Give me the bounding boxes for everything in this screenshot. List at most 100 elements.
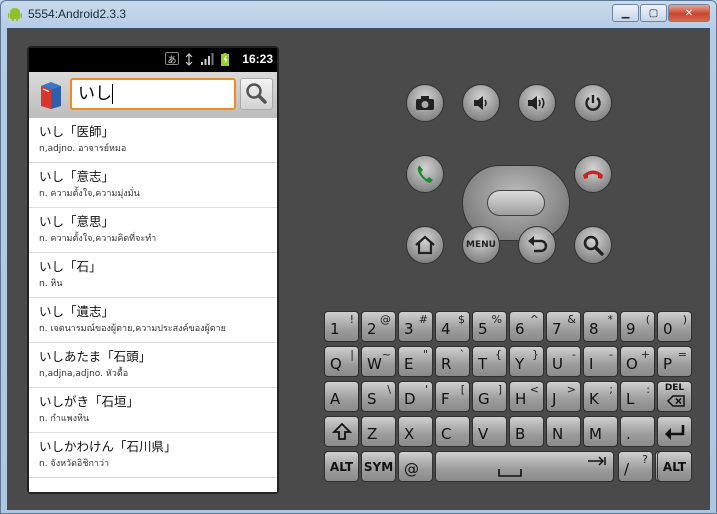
search-button[interactable] [240, 78, 273, 110]
key-t[interactable]: T{ [472, 346, 507, 377]
delete-key[interactable]: DEL [657, 381, 692, 412]
alt-key-left[interactable]: ALT [324, 451, 359, 482]
list-item[interactable]: いしかわけん「石川県」 n. จังหวัดอิชิกาว่า [29, 433, 277, 478]
key-5[interactable]: 5% [472, 311, 507, 342]
key-label: / [624, 460, 630, 478]
key-m[interactable]: M [583, 416, 618, 447]
key-alt-label: < [529, 383, 539, 396]
search-query: いし [78, 84, 112, 104]
key-label: ALT [662, 460, 687, 474]
key-h[interactable]: H < [509, 381, 544, 412]
key-q[interactable]: Q | [324, 346, 359, 377]
key-label: U [552, 355, 563, 373]
search-icon [583, 235, 604, 256]
key-a[interactable]: A [324, 381, 359, 412]
key-k[interactable]: K; [583, 381, 618, 412]
key-p[interactable]: P = [657, 346, 692, 377]
volume-up-button[interactable] [518, 84, 556, 122]
entry-word: いし「医師」 [39, 124, 115, 139]
key-c[interactable]: C [435, 416, 470, 447]
maximize-button[interactable]: ▢ [640, 4, 667, 22]
key-label: A [330, 390, 341, 408]
list-item[interactable]: いし「意思」 n. ความตั้งใจ,ความคิดที่จะทำ [29, 208, 277, 253]
key-x[interactable]: X [398, 416, 433, 447]
key-alt-label: } [532, 348, 539, 361]
search-key-button[interactable] [574, 226, 612, 264]
list-item[interactable]: いし「遺志」 n. เจตนารมณ์ของผู้ตาย,ความประสงค์ข… [29, 298, 277, 343]
enter-key[interactable] [657, 416, 692, 447]
key-w[interactable]: W ~ [361, 346, 396, 377]
end-call-button[interactable] [574, 155, 612, 193]
key-6[interactable]: 6 ^ [509, 311, 544, 342]
entry-definition: n. จังหวัดอิชิกาว่า [39, 459, 110, 469]
list-item[interactable]: いしがき「石垣」 n. กำแพงหิน [29, 388, 277, 433]
key-alt-label: " [422, 348, 428, 361]
key-slash[interactable]: /? [618, 451, 653, 482]
key-j[interactable]: J > [546, 381, 581, 412]
back-button[interactable] [518, 226, 556, 264]
key-label: C [441, 425, 452, 443]
key-3[interactable]: 3 # [398, 311, 433, 342]
key-7[interactable]: 7 & [546, 311, 581, 342]
volume-down-button[interactable] [462, 84, 500, 122]
key-alt-label: { [495, 348, 502, 361]
alt-key-right[interactable]: ALT [657, 451, 692, 482]
key-z[interactable]: Z [361, 416, 396, 447]
key-alt-label: | [350, 348, 354, 361]
list-item[interactable]: いし「医師」 n,adjno. อาจารย์หมอ [29, 118, 277, 163]
key-l[interactable]: L: [620, 381, 655, 412]
key-period[interactable]: . [620, 416, 655, 447]
key-s[interactable]: S \ [361, 381, 396, 412]
key-n[interactable]: N [546, 416, 581, 447]
key-4[interactable]: 4 $ [435, 311, 470, 342]
list-item[interactable]: いしあたま「石頭」 n,adjna,adjno. หัวดื้อ [29, 343, 277, 388]
backspace-icon [667, 395, 685, 407]
key-d[interactable]: D ' [398, 381, 433, 412]
key-label: 6 [515, 320, 525, 338]
entry-definition: n. เจตนารมณ์ของผู้ตาย,ความประสงค์ของผู้ต… [39, 324, 226, 334]
key-label: 3 [404, 320, 414, 338]
entry-word: いしかわけん「石川県」 [39, 439, 177, 454]
key-i[interactable]: I- [583, 346, 618, 377]
key-r[interactable]: R ` [435, 346, 470, 377]
key-9[interactable]: 9( [620, 311, 655, 342]
key-label: X [404, 425, 415, 443]
dictionary-app-icon[interactable] [37, 80, 65, 110]
dpad-center-button[interactable] [487, 190, 545, 216]
key-g[interactable]: G] [472, 381, 507, 412]
key-alt-label: - [572, 348, 576, 361]
search-input[interactable]: いし [70, 78, 236, 110]
key-b[interactable]: B [509, 416, 544, 447]
key-v[interactable]: V [472, 416, 507, 447]
key-e[interactable]: E " [398, 346, 433, 377]
key-label: Q [330, 355, 342, 373]
home-button[interactable] [406, 226, 444, 264]
close-button[interactable]: ✕ [668, 4, 710, 22]
results-list[interactable]: いし「医師」 n,adjno. อาจารย์หมอ いし「意志」 n. ความต… [29, 118, 277, 492]
minimize-button[interactable]: ▁ [612, 4, 639, 22]
key-label: G [478, 390, 490, 408]
space-key[interactable] [435, 451, 614, 482]
key-1[interactable]: 1! [324, 311, 359, 342]
key-u[interactable]: U- [546, 346, 581, 377]
key-0[interactable]: 0) [657, 311, 692, 342]
close-icon: ✕ [684, 7, 694, 19]
key-label: 8 [589, 320, 599, 338]
key-8[interactable]: 8 * [583, 311, 618, 342]
menu-button[interactable]: MENU [462, 226, 500, 264]
menu-label: MENU [466, 240, 496, 250]
key-at[interactable]: @ [398, 451, 433, 482]
shift-key[interactable] [324, 416, 359, 447]
key-o[interactable]: O + [620, 346, 655, 377]
list-item[interactable]: いし「石」 n. หิน [29, 253, 277, 298]
call-button[interactable] [406, 155, 444, 193]
camera-button[interactable] [406, 84, 444, 122]
key-y[interactable]: Y} [509, 346, 544, 377]
sym-key[interactable]: SYM [361, 451, 396, 482]
title-bar[interactable]: 5554:Android2.3.3 ▁ ▢ ✕ [1, 1, 716, 29]
key-f[interactable]: F[ [435, 381, 470, 412]
key-label: Z [367, 425, 378, 443]
key-2[interactable]: 2 @ [361, 311, 396, 342]
list-item[interactable]: いし「意志」 n. ความตั้งใจ,ความมุ่งมั่น [29, 163, 277, 208]
power-button[interactable] [574, 84, 612, 122]
